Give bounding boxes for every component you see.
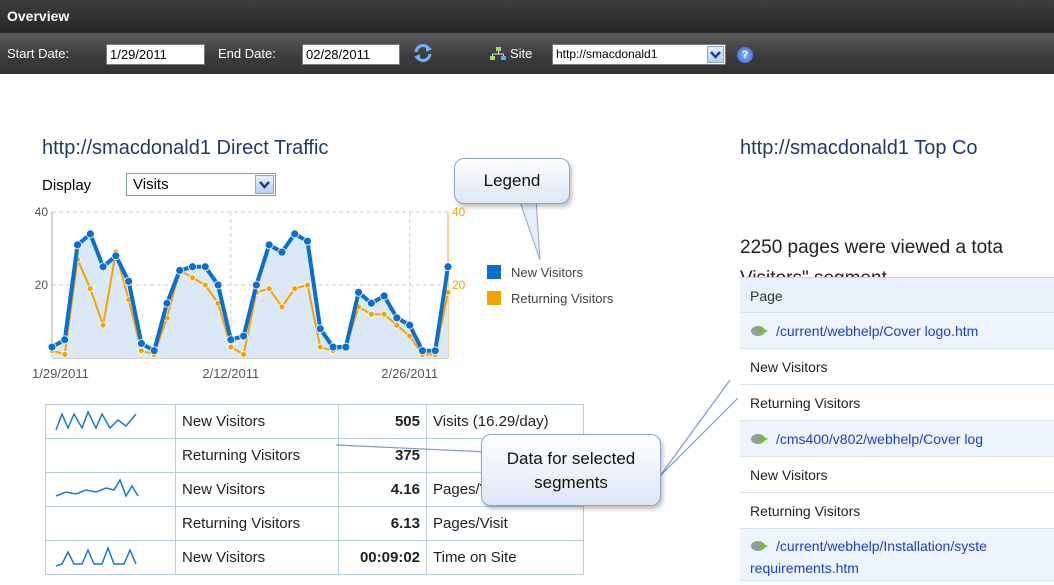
data-callout-line: segments: [534, 473, 608, 492]
legend-callout: Legend: [454, 158, 570, 204]
legend-callout-text: Legend: [483, 171, 541, 190]
data-callout: Data for selected segments: [481, 434, 661, 506]
data-callout-line: Data for selected: [506, 449, 636, 468]
